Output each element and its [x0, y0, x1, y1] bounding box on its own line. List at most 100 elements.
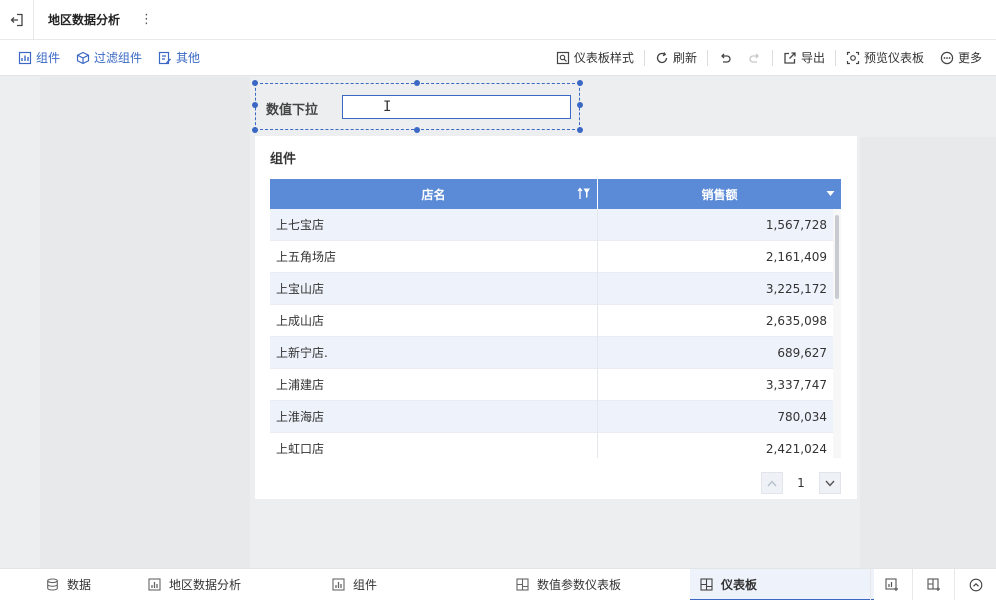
resize-handle[interactable]: [577, 127, 583, 133]
dropdown-caret-icon[interactable]: [826, 190, 835, 197]
preview-dashboard-label: 预览仪表板: [863, 51, 924, 65]
toolbar-other-label: 其他: [176, 51, 201, 65]
refresh-label: 刷新: [672, 51, 697, 65]
chevron-down-icon: [825, 480, 835, 487]
toolbar-divider: [643, 49, 645, 66]
cell-store-name: 上淮海店: [270, 401, 598, 432]
preview-dashboard-button[interactable]: 预览仪表板: [838, 40, 932, 76]
toolbar-divider: [706, 49, 708, 66]
column-header-sales[interactable]: 销售额: [598, 179, 841, 209]
table-component-widget[interactable]: 组件 店名 销售额 上七宝店 1,567,728 上五角场店 2,161,409 上…: [255, 136, 857, 499]
bar-chart-icon: [148, 578, 161, 591]
table-vertical-scrollbar[interactable]: [833, 209, 841, 458]
more-label: 更多: [957, 51, 982, 65]
tab-numeric-param-dashboard[interactable]: 数值参数仪表板: [500, 569, 686, 600]
undo-icon: [721, 53, 731, 63]
filter-label: 数值下拉: [266, 103, 319, 118]
cell-store-name: 上浦建店: [270, 369, 598, 400]
column-header-label: 销售额: [701, 187, 738, 202]
next-page-button[interactable]: [819, 472, 841, 494]
chevron-up-icon: [767, 479, 777, 486]
toolbar-other-button[interactable]: 其他: [150, 40, 208, 76]
dashboard-style-button[interactable]: 仪表板样式: [548, 40, 642, 76]
toolbar: 组件 过滤组件 其他 仪表板样式 刷新 导出 预览仪表板 更多: [0, 40, 996, 76]
resize-handle[interactable]: [414, 80, 420, 86]
table-row[interactable]: 上虹口店 2,421,024: [270, 433, 841, 458]
tab-label: 仪表板: [721, 578, 758, 592]
tab-label: 数值参数仪表板: [537, 578, 622, 592]
chart-component-icon: [18, 51, 32, 64]
undo-button[interactable]: [710, 40, 740, 76]
cell-sales: 689,627: [777, 345, 827, 360]
toolbar-filter-component-button[interactable]: 过滤组件: [68, 40, 150, 76]
resize-handle[interactable]: [577, 102, 583, 108]
table-body[interactable]: 上七宝店 1,567,728 上五角场店 2,161,409 上宝山店 3,225,1…: [270, 209, 841, 458]
tab-region-analysis[interactable]: 地区数据分析: [132, 569, 312, 600]
toolbar-filter-component-label: 过滤组件: [94, 51, 143, 65]
table-row[interactable]: 上淮海店 780,034: [270, 401, 841, 433]
title-bar: 地区数据分析 ⋮: [0, 0, 996, 40]
database-icon: [47, 578, 58, 591]
scrollbar-thumb[interactable]: [835, 215, 839, 299]
resize-handle[interactable]: [252, 102, 258, 108]
title-more-icon[interactable]: ⋮: [134, 12, 159, 27]
current-page-number: 1: [797, 476, 805, 490]
resize-handle[interactable]: [414, 127, 420, 133]
cell-store-name: 上成山店: [270, 305, 598, 336]
export-icon: [784, 51, 796, 64]
redo-icon: [749, 53, 759, 63]
chevron-up-circle-icon: [969, 578, 982, 592]
cell-store-name: 上虹口店: [270, 433, 598, 458]
refresh-button[interactable]: 刷新: [647, 40, 705, 76]
bar-chart-icon: [332, 578, 345, 591]
column-header-label: 店名: [421, 187, 446, 202]
exit-icon: [10, 13, 23, 26]
add-dashboard-button[interactable]: [912, 569, 954, 600]
toolbar-divider: [771, 49, 773, 66]
resize-handle[interactable]: [252, 80, 258, 86]
numeric-dropdown-filter-widget[interactable]: 数值下拉 I: [252, 80, 583, 133]
text-cursor-icon: I: [383, 99, 392, 115]
resize-handle[interactable]: [577, 80, 583, 86]
table-header: 店名 销售额: [270, 179, 841, 209]
cell-sales: 1,567,728: [765, 217, 827, 232]
more-icon: [940, 51, 954, 64]
cell-store-name: 上五角场店: [270, 241, 598, 272]
cell-store-name: 上宝山店: [270, 273, 598, 304]
more-button[interactable]: 更多: [932, 40, 990, 76]
cell-sales: 3,225,172: [765, 281, 827, 296]
export-button[interactable]: 导出: [775, 40, 833, 76]
data-table: 店名 销售额 上七宝店 1,567,728 上五角场店 2,161,409 上宝山店…: [270, 179, 841, 458]
table-row[interactable]: 上成山店 2,635,098: [270, 305, 841, 337]
refresh-icon: [656, 51, 668, 63]
add-component-button[interactable]: [870, 569, 912, 600]
dashboard-icon: [516, 578, 529, 591]
cell-sales: 2,161,409: [765, 249, 827, 264]
table-row[interactable]: 上宝山店 3,225,172: [270, 273, 841, 305]
sort-filter-icon[interactable]: [577, 187, 591, 200]
exit-button[interactable]: [0, 0, 34, 40]
cell-store-name: 上七宝店: [270, 209, 598, 240]
preview-icon: [846, 51, 860, 64]
document-title: 地区数据分析: [48, 13, 121, 27]
widget-title: 组件: [270, 152, 297, 167]
add-dashboard-icon: [926, 578, 940, 591]
previous-page-button[interactable]: [761, 472, 783, 494]
filter-cube-icon: [76, 51, 90, 64]
table-row[interactable]: 上新宁店. 689,627: [270, 337, 841, 369]
table-row[interactable]: 上浦建店 3,337,747: [270, 369, 841, 401]
collapse-tabs-button[interactable]: [954, 569, 996, 600]
column-header-store-name[interactable]: 店名: [270, 179, 598, 209]
tab-label: 数据: [67, 578, 92, 592]
pagination: 1: [761, 472, 841, 494]
table-row[interactable]: 上七宝店 1,567,728: [270, 209, 841, 241]
tab-component[interactable]: 组件: [316, 569, 496, 600]
tab-dashboard[interactable]: 仪表板: [690, 568, 874, 600]
table-row[interactable]: 上五角场店 2,161,409: [270, 241, 841, 273]
bottom-tab-bar: 数据 地区数据分析 组件 数值参数仪表板 仪表板: [0, 568, 996, 600]
toolbar-component-button[interactable]: 组件: [10, 40, 68, 76]
redo-button[interactable]: [740, 40, 770, 76]
numeric-dropdown-input[interactable]: I: [342, 95, 571, 119]
resize-handle[interactable]: [252, 127, 258, 133]
tab-label: 组件: [353, 578, 378, 592]
